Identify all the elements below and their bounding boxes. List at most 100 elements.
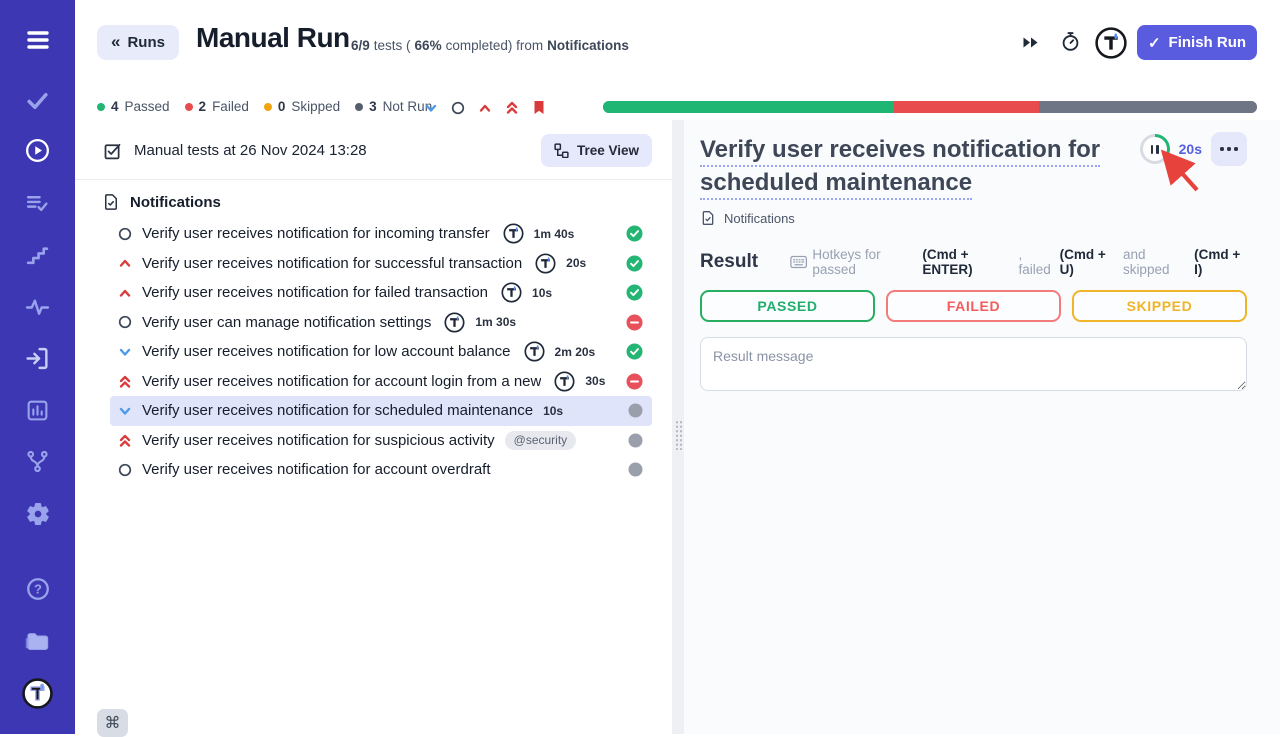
test-duration: 20s: [566, 256, 586, 270]
status-passed-icon: [626, 255, 643, 272]
status-passed-icon: [626, 284, 643, 301]
back-to-runs-button[interactable]: « Runs: [97, 25, 179, 60]
priority-critical-filter[interactable]: [505, 100, 519, 115]
bookmark-icon: [532, 100, 546, 115]
test-list-panel: Manual tests at 26 Nov 2024 13:28 Tree V…: [75, 120, 672, 734]
svg-text:?: ?: [34, 581, 42, 596]
sidebar-item-import[interactable]: [0, 346, 75, 371]
test-list: Verify user receives notification for in…: [75, 219, 672, 485]
progress-notrun-segment: [1039, 101, 1257, 113]
stat-not-run: 3Not Run: [355, 99, 432, 114]
priority-low-filter[interactable]: [424, 101, 438, 115]
status-not-run-icon: [628, 403, 643, 418]
hamburger-icon: [24, 27, 52, 53]
pulse-icon: [25, 295, 50, 320]
sidebar-item-steps[interactable]: [0, 243, 75, 268]
file-icon: [700, 210, 716, 226]
test-duration: 2m 20s: [555, 345, 596, 359]
help-icon: ?: [25, 576, 51, 602]
suite-group-row[interactable]: Notifications: [75, 180, 672, 219]
testomat-logo-icon: [22, 678, 53, 709]
automated-test-icon: [524, 341, 545, 362]
result-message-input[interactable]: [700, 337, 1247, 391]
test-title: Verify user receives notification for in…: [142, 225, 490, 242]
finish-run-button[interactable]: ✓ Finish Run: [1137, 25, 1257, 60]
chevrons-up-icon: [505, 100, 519, 115]
panel-splitter[interactable]: [672, 120, 684, 734]
gear-icon: [25, 501, 51, 527]
test-row-selected[interactable]: Verify user receives notification for sc…: [110, 396, 652, 426]
test-detail-title[interactable]: Verify user receives notification for sc…: [700, 133, 1190, 199]
test-detail-panel: Verify user receives notification for sc…: [684, 120, 1280, 734]
test-row[interactable]: Verify user receives notification for ac…: [110, 455, 652, 485]
priority-high-filter[interactable]: [478, 101, 492, 115]
more-options-button[interactable]: [1211, 132, 1247, 166]
branch-icon: [25, 449, 50, 474]
status-passed-icon: [626, 343, 643, 360]
drag-handle-icon: [675, 420, 682, 450]
status-passed-icon: [626, 225, 643, 242]
menu-button[interactable]: [0, 27, 75, 53]
sidebar-item-activity[interactable]: [0, 295, 75, 320]
fast-forward-icon: [1022, 36, 1039, 49]
checklist-icon: [102, 140, 123, 161]
sidebar-item-settings[interactable]: [0, 501, 75, 527]
sidebar-item-test-plans[interactable]: [0, 191, 75, 216]
tree-view-label: Tree View: [577, 143, 639, 158]
sidebar-logo[interactable]: [0, 678, 75, 709]
sidebar-item-branches[interactable]: [0, 449, 75, 474]
status-not-run-icon: [628, 433, 643, 448]
result-heading: Result: [700, 251, 758, 273]
passed-button[interactable]: PASSED: [700, 290, 875, 322]
sidebar-item-runs[interactable]: [0, 137, 75, 164]
sidebar-item-help[interactable]: ?: [0, 576, 75, 602]
pause-timer-button[interactable]: [1140, 134, 1170, 164]
play-circle-icon: [24, 137, 51, 164]
test-row[interactable]: Verify user receives notification for ac…: [110, 367, 652, 397]
skipped-dot-icon: [264, 103, 272, 111]
tests-ratio: 6/9: [351, 38, 370, 53]
sidebar-item-checks[interactable]: [0, 88, 75, 113]
stairs-icon: [25, 243, 50, 268]
priority-high-icon: [118, 286, 132, 300]
test-row[interactable]: Verify user receives notification for su…: [110, 249, 652, 279]
ellipsis-icon: [1220, 147, 1223, 150]
test-row[interactable]: Verify user receives notification for su…: [110, 426, 652, 456]
app-logo-button[interactable]: [1095, 27, 1127, 59]
test-title: Verify user receives notification for ac…: [142, 373, 541, 390]
test-duration: 10s: [543, 404, 563, 418]
test-row[interactable]: Verify user receives notification for fa…: [110, 278, 652, 308]
skipped-button[interactable]: SKIPPED: [1072, 290, 1247, 322]
sidebar-item-analytics[interactable]: [0, 398, 75, 423]
test-row[interactable]: Verify user receives notification for in…: [110, 219, 652, 249]
check-icon: [25, 88, 50, 113]
priority-critical-icon: [118, 374, 132, 389]
sidebar-item-projects[interactable]: [0, 628, 75, 655]
test-row[interactable]: Verify user can manage notification sett…: [110, 308, 652, 338]
tree-view-button[interactable]: Tree View: [541, 134, 652, 167]
test-duration: 30s: [585, 374, 605, 388]
finish-run-label: Finish Run: [1169, 34, 1247, 51]
chevron-up-icon: [478, 101, 492, 115]
breadcrumb[interactable]: Notifications: [700, 210, 1247, 226]
hotkeys-hint: Hotkeys for passed (Cmd + ENTER) , faile…: [790, 247, 1247, 277]
fast-forward-button[interactable]: [1022, 36, 1039, 49]
command-shortcuts-button[interactable]: ⌘: [97, 709, 128, 737]
timer-button[interactable]: [1059, 30, 1082, 53]
chevrons-left-icon: «: [111, 32, 120, 52]
priority-normal-filter[interactable]: [451, 101, 465, 115]
page-title: Manual Run: [196, 22, 350, 54]
testomat-logo-icon: [1095, 27, 1127, 59]
test-title: Verify user can manage notification sett…: [142, 314, 431, 331]
test-title: Verify user receives notification for sc…: [142, 402, 533, 419]
test-title: Verify user receives notification for fa…: [142, 284, 488, 301]
priority-filters: [424, 100, 546, 115]
folder-icon: [24, 628, 51, 655]
automated-test-icon: [535, 253, 556, 274]
chevron-down-icon: [424, 101, 438, 115]
failed-button[interactable]: FAILED: [886, 290, 1061, 322]
priority-high-icon: [118, 256, 132, 270]
test-row[interactable]: Verify user receives notification for lo…: [110, 337, 652, 367]
priority-low-icon: [118, 404, 132, 418]
priority-blocker-filter[interactable]: [532, 100, 546, 115]
